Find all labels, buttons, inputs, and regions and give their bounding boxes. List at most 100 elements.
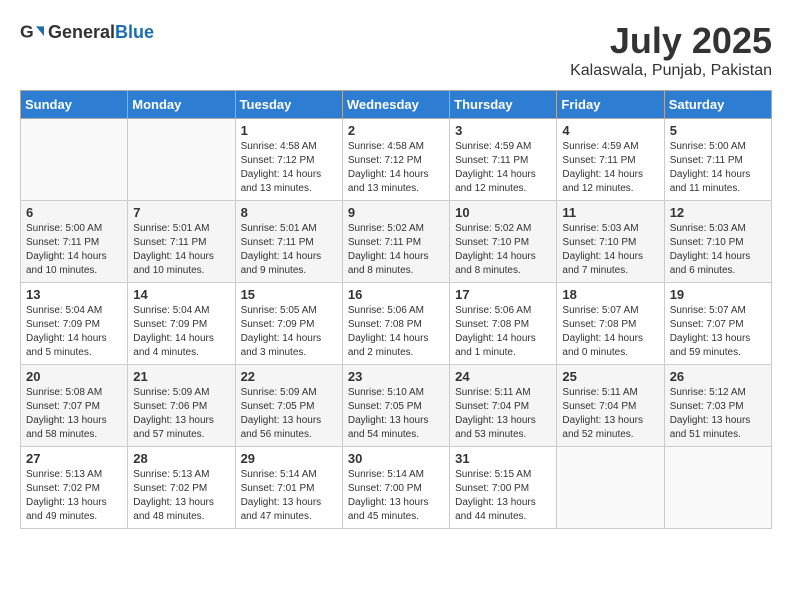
calendar-table: SundayMondayTuesdayWednesdayThursdayFrid… — [20, 90, 772, 529]
calendar-day-cell: 11Sunrise: 5:03 AM Sunset: 7:10 PM Dayli… — [557, 201, 664, 283]
day-info: Sunrise: 5:09 AM Sunset: 7:05 PM Dayligh… — [241, 386, 337, 442]
calendar-day-cell: 28 Sunrise: 5:13 AM Sunset: 7:02 PM Dayli… — [128, 447, 235, 529]
day-number: 28 — [133, 451, 229, 466]
day-info: Sunrise: 5:07 AM Sunset: 7:08 PM Dayligh… — [562, 304, 658, 360]
calendar-day-cell: 29 Sunrise: 5:14 AM Sunset: 7:01 PM Dayli… — [235, 447, 342, 529]
day-info: Sunrise: 5:15 AM Sunset: 7:00 PM Dayligh… — [455, 468, 551, 524]
day-number: 30 — [348, 451, 444, 466]
title-area: July 2025 Kalaswala, Punjab, Pakistan — [570, 20, 772, 80]
calendar-week-row: 6 Sunrise: 5:00 AM Sunset: 7:11 PM Daylig… — [21, 201, 772, 283]
calendar-day-cell: 16 Sunrise: 5:06 AM Sunset: 7:08 PM Dayli… — [342, 283, 449, 365]
day-number: 9 — [348, 205, 444, 220]
calendar-day-cell: 25 Sunrise: 5:11 AM Sunset: 7:04 PM Dayli… — [557, 365, 664, 447]
day-info: Sunrise: 5:13 AM Sunset: 7:02 PM Dayligh… — [26, 468, 122, 524]
calendar-day-header: Saturday — [664, 91, 771, 119]
day-number: 15 — [241, 287, 337, 302]
day-number: 25 — [562, 369, 658, 384]
calendar-day-cell: 24 Sunrise: 5:11 AM Sunset: 7:04 PM Dayli… — [450, 365, 557, 447]
calendar-day-cell: 18 Sunrise: 5:07 AM Sunset: 7:08 PM Dayli… — [557, 283, 664, 365]
calendar-day-cell: 6 Sunrise: 5:00 AM Sunset: 7:11 PM Daylig… — [21, 201, 128, 283]
calendar-day-cell: 26 Sunrise: 5:12 AM Sunset: 7:03 PM Dayli… — [664, 365, 771, 447]
day-info: Sunrise: 5:06 AM Sunset: 7:08 PM Dayligh… — [455, 304, 551, 360]
day-info: Sunrise: 5:12 AM Sunset: 7:03 PM Dayligh… — [670, 386, 766, 442]
day-info: Sunrise: 5:11 AM Sunset: 7:04 PM Dayligh… — [562, 386, 658, 442]
day-info: Sunrise: 5:11 AM Sunset: 7:04 PM Dayligh… — [455, 386, 551, 442]
svg-text:G: G — [20, 22, 34, 42]
calendar-day-cell: 22 Sunrise: 5:09 AM Sunset: 7:05 PM Dayli… — [235, 365, 342, 447]
day-info: Sunrise: 5:13 AM Sunset: 7:02 PM Dayligh… — [133, 468, 229, 524]
day-number: 23 — [348, 369, 444, 384]
day-number: 7 — [133, 205, 229, 220]
day-info: Sunrise: 5:00 AM Sunset: 7:11 PM Dayligh… — [26, 222, 122, 278]
calendar-week-row: 1 Sunrise: 4:58 AM Sunset: 7:12 PM Daylig… — [21, 119, 772, 201]
day-info: Sunrise: 5:08 AM Sunset: 7:07 PM Dayligh… — [26, 386, 122, 442]
day-number: 21 — [133, 369, 229, 384]
day-number: 11 — [562, 205, 658, 220]
day-number: 13 — [26, 287, 122, 302]
calendar-day-cell: 12Sunrise: 5:03 AM Sunset: 7:10 PM Dayli… — [664, 201, 771, 283]
calendar-day-cell: 15Sunrise: 5:05 AM Sunset: 7:09 PM Dayli… — [235, 283, 342, 365]
day-info: Sunrise: 5:04 AM Sunset: 7:09 PM Dayligh… — [26, 304, 122, 360]
day-number: 29 — [241, 451, 337, 466]
calendar-day-header: Friday — [557, 91, 664, 119]
day-number: 1 — [241, 123, 337, 138]
calendar-day-cell: 20 Sunrise: 5:08 AM Sunset: 7:07 PM Dayli… — [21, 365, 128, 447]
calendar-day-cell: 3Sunrise: 4:59 AM Sunset: 7:11 PM Daylig… — [450, 119, 557, 201]
day-number: 8 — [241, 205, 337, 220]
day-number: 18 — [562, 287, 658, 302]
calendar-day-cell: 21 Sunrise: 5:09 AM Sunset: 7:06 PM Dayli… — [128, 365, 235, 447]
calendar-empty-cell — [557, 447, 664, 529]
calendar-week-row: 20 Sunrise: 5:08 AM Sunset: 7:07 PM Dayli… — [21, 365, 772, 447]
day-info: Sunrise: 5:06 AM Sunset: 7:08 PM Dayligh… — [348, 304, 444, 360]
day-number: 22 — [241, 369, 337, 384]
day-number: 24 — [455, 369, 551, 384]
day-number: 26 — [670, 369, 766, 384]
day-info: Sunrise: 5:10 AM Sunset: 7:05 PM Dayligh… — [348, 386, 444, 442]
page-header: G GeneralBlue July 2025 Kalaswala, Punja… — [20, 20, 772, 80]
day-info: Sunrise: 4:59 AM Sunset: 7:11 PM Dayligh… — [562, 140, 658, 196]
calendar-day-cell: 27 Sunrise: 5:13 AM Sunset: 7:02 PM Dayli… — [21, 447, 128, 529]
day-info: Sunrise: 4:58 AM Sunset: 7:12 PM Dayligh… — [348, 140, 444, 196]
day-info: Sunrise: 5:07 AM Sunset: 7:07 PM Dayligh… — [670, 304, 766, 360]
day-info: Sunrise: 5:00 AM Sunset: 7:11 PM Dayligh… — [670, 140, 766, 196]
calendar-empty-cell — [128, 119, 235, 201]
calendar-day-cell: 4 Sunrise: 4:59 AM Sunset: 7:11 PM Daylig… — [557, 119, 664, 201]
day-number: 16 — [348, 287, 444, 302]
calendar-day-cell: 17 Sunrise: 5:06 AM Sunset: 7:08 PM Dayli… — [450, 283, 557, 365]
calendar-day-cell: 1Sunrise: 4:58 AM Sunset: 7:12 PM Daylig… — [235, 119, 342, 201]
day-number: 6 — [26, 205, 122, 220]
day-info: Sunrise: 5:09 AM Sunset: 7:06 PM Dayligh… — [133, 386, 229, 442]
calendar-day-cell: 31 Sunrise: 5:15 AM Sunset: 7:00 PM Dayli… — [450, 447, 557, 529]
day-info: Sunrise: 5:03 AM Sunset: 7:10 PM Dayligh… — [670, 222, 766, 278]
day-number: 19 — [670, 287, 766, 302]
calendar-day-cell: 13 Sunrise: 5:04 AM Sunset: 7:09 PM Dayli… — [21, 283, 128, 365]
day-info: Sunrise: 5:01 AM Sunset: 7:11 PM Dayligh… — [241, 222, 337, 278]
calendar-day-header: Wednesday — [342, 91, 449, 119]
calendar-day-cell: 2 Sunrise: 4:58 AM Sunset: 7:12 PM Daylig… — [342, 119, 449, 201]
day-number: 27 — [26, 451, 122, 466]
day-number: 14 — [133, 287, 229, 302]
day-info: Sunrise: 5:02 AM Sunset: 7:10 PM Dayligh… — [455, 222, 551, 278]
calendar-day-cell: 30 Sunrise: 5:14 AM Sunset: 7:00 PM Dayli… — [342, 447, 449, 529]
calendar-day-header: Sunday — [21, 91, 128, 119]
day-info: Sunrise: 5:02 AM Sunset: 7:11 PM Dayligh… — [348, 222, 444, 278]
day-number: 10 — [455, 205, 551, 220]
calendar-day-cell: 9 Sunrise: 5:02 AM Sunset: 7:11 PM Daylig… — [342, 201, 449, 283]
day-number: 5 — [670, 123, 766, 138]
calendar-day-cell: 5 Sunrise: 5:00 AM Sunset: 7:11 PM Daylig… — [664, 119, 771, 201]
day-number: 20 — [26, 369, 122, 384]
calendar-day-cell: 19 Sunrise: 5:07 AM Sunset: 7:07 PM Dayli… — [664, 283, 771, 365]
calendar-week-row: 27 Sunrise: 5:13 AM Sunset: 7:02 PM Dayli… — [21, 447, 772, 529]
calendar-day-cell: 14Sunrise: 5:04 AM Sunset: 7:09 PM Dayli… — [128, 283, 235, 365]
day-number: 17 — [455, 287, 551, 302]
day-number: 2 — [348, 123, 444, 138]
day-number: 3 — [455, 123, 551, 138]
calendar-empty-cell — [664, 447, 771, 529]
calendar-empty-cell — [21, 119, 128, 201]
day-info: Sunrise: 5:14 AM Sunset: 7:01 PM Dayligh… — [241, 468, 337, 524]
day-info: Sunrise: 5:01 AM Sunset: 7:11 PM Dayligh… — [133, 222, 229, 278]
day-info: Sunrise: 5:14 AM Sunset: 7:00 PM Dayligh… — [348, 468, 444, 524]
calendar-day-cell: 7 Sunrise: 5:01 AM Sunset: 7:11 PM Daylig… — [128, 201, 235, 283]
day-number: 31 — [455, 451, 551, 466]
day-number: 4 — [562, 123, 658, 138]
